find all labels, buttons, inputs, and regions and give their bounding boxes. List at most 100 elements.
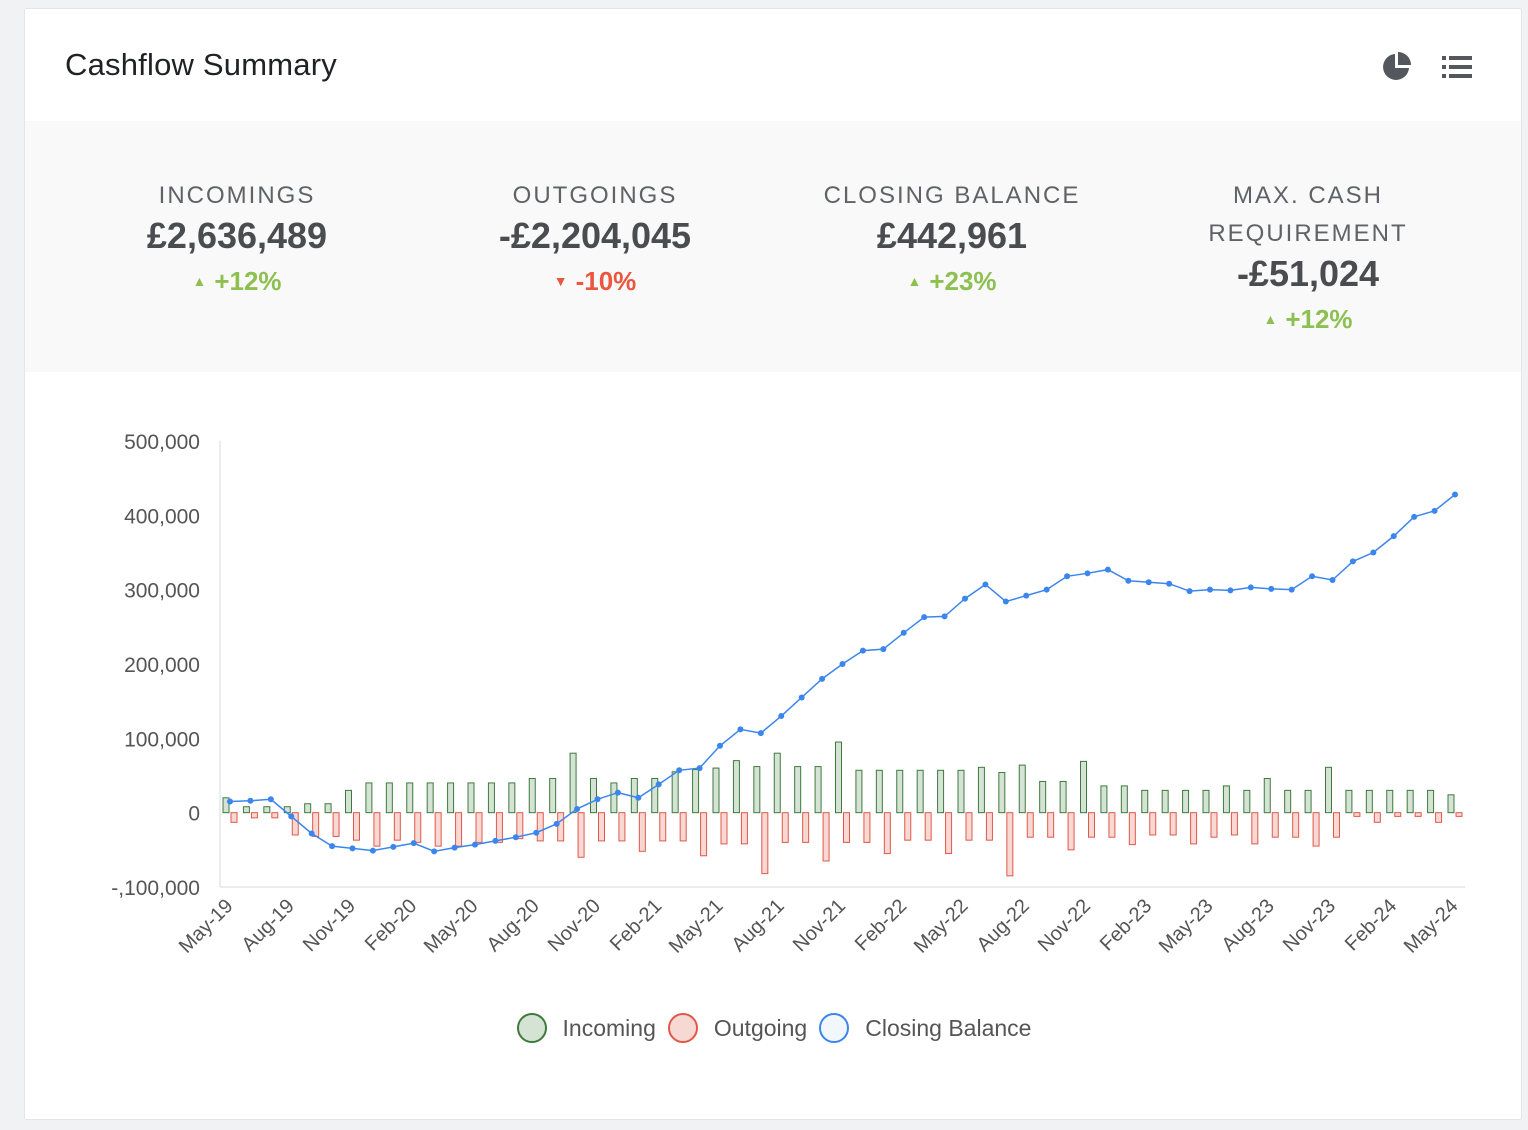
stat-change-value: +23% [929, 266, 997, 296]
incoming-bar [1182, 789, 1190, 814]
outgoing-bar [761, 812, 769, 875]
x-tick-label: May-21 [665, 895, 728, 958]
incoming-bar [916, 769, 924, 814]
incoming-bar [406, 782, 414, 814]
x-tick-label: May-22 [910, 895, 973, 958]
closing-balance-point [574, 805, 581, 812]
outgoing-bar [1353, 812, 1361, 817]
closing-balance-point [1370, 549, 1377, 556]
incoming-bar [998, 772, 1006, 814]
incoming-bar [365, 782, 373, 814]
legend-label: Closing Balance [865, 1014, 1032, 1041]
legend-item-incoming[interactable]: Incoming [516, 1013, 656, 1043]
closing-balance-point [921, 614, 928, 621]
closing-balance-point [1166, 580, 1173, 587]
legend-item-outgoing[interactable]: Outgoing [667, 1013, 807, 1043]
x-tick-label: May-23 [1155, 895, 1218, 958]
x-tick-label: Aug-20 [483, 895, 544, 956]
closing-balance-point [288, 813, 295, 820]
stat-value: -£2,204,045 [498, 215, 692, 256]
outgoing-bar [781, 812, 789, 843]
outgoing-bar [904, 812, 912, 841]
stat-label: CLOSING BALANCE [823, 182, 1081, 209]
legend-item-closing-balance[interactable]: Closing Balance [819, 1013, 1031, 1043]
stat-change-value: +12% [1285, 304, 1353, 334]
outgoing-bar [230, 812, 238, 823]
incoming-bar [569, 752, 577, 814]
closing-balance-point [1309, 573, 1316, 580]
outgoing-bar [1108, 812, 1116, 838]
closing-balance-point [1452, 491, 1458, 498]
x-tick-label: Feb-23 [1096, 895, 1156, 955]
outgoing-bar [598, 812, 605, 842]
outgoing-bar [557, 812, 565, 842]
outgoing-bar [414, 812, 422, 843]
triangle-up-icon: ▲ [192, 273, 207, 289]
outgoing-bar [373, 812, 381, 847]
incoming-bar [1120, 785, 1128, 814]
closing-balance-point [1247, 584, 1254, 591]
triangle-up-icon: ▲ [907, 273, 922, 289]
closing-balance-point [778, 713, 785, 720]
card-header: Cashflow Summary [25, 9, 1521, 121]
incoming-bar [957, 769, 965, 814]
closing-balance-point [533, 829, 540, 836]
closing-balance-point [329, 843, 336, 850]
outgoing-bar [1128, 812, 1136, 846]
stat-label: MAX. CASH REQUIREMENT [1208, 182, 1408, 247]
x-tick-label: Aug-23 [1218, 895, 1279, 956]
incoming-bar [671, 771, 679, 814]
closing-balance-point [798, 694, 805, 701]
stat-closing-balance: CLOSING BALANCE £442,961 ▲ +23% [772, 121, 1132, 295]
outgoing-bar [1333, 812, 1340, 838]
outgoing-bar [924, 812, 932, 841]
incoming-bar [1202, 789, 1210, 814]
stat-change: ▲ +12% [1128, 305, 1488, 333]
closing-balance-point [1104, 566, 1111, 573]
legend-swatch-outgoing [667, 1013, 698, 1043]
incoming-bar [324, 803, 332, 814]
outgoing-bar [945, 812, 953, 855]
incoming-bar [1345, 789, 1353, 814]
closing-balance-point [1064, 573, 1071, 580]
pie-chart-icon[interactable] [1379, 49, 1415, 85]
chart-area: 500,000 400,000 300,000 200,000 100,000 0 -,10… [25, 372, 1521, 1119]
closing-balance-point [982, 581, 989, 588]
incoming-bar [508, 782, 516, 814]
triangle-up-icon: ▲ [1263, 311, 1278, 327]
cashflow-chart: 500,000 400,000 300,000 200,000 100,000 0 -,10… [111, 431, 1465, 958]
outgoing-bar [1455, 812, 1463, 817]
triangle-down-icon: ▼ [553, 273, 568, 289]
closing-balance-point [349, 845, 356, 852]
list-icon[interactable] [1439, 49, 1475, 85]
x-tick-label: Aug-22 [973, 895, 1034, 956]
outgoing-bar [250, 812, 258, 819]
closing-balance-point [1431, 507, 1438, 514]
stat-change: ▼ -10% [415, 267, 775, 295]
closing-balance-point [369, 847, 376, 854]
outgoing-bar [1026, 812, 1034, 838]
outgoing-bar [455, 812, 463, 847]
outgoing-bar [1271, 812, 1279, 838]
stat-change: ▲ +23% [772, 267, 1132, 295]
outgoing-bar [393, 812, 401, 841]
x-tick-label: Nov-23 [1279, 895, 1340, 956]
closing-balance-point [410, 840, 417, 847]
incoming-bar [855, 769, 863, 814]
outgoing-bar [985, 812, 993, 841]
closing-balance-point [1207, 586, 1213, 593]
closing-balance-point [1390, 533, 1397, 540]
incoming-bar [1447, 794, 1455, 814]
outgoing-bar [1210, 812, 1218, 838]
outgoing-bar [679, 812, 687, 842]
incoming-bar [1406, 789, 1414, 814]
outgoing-bar [1006, 812, 1014, 877]
closing-balance-point [819, 675, 826, 682]
closing-balance-point [492, 837, 499, 844]
incoming-bar [1059, 780, 1067, 814]
incoming-bar [467, 782, 475, 814]
incoming-bar [1243, 789, 1251, 814]
closing-balance-point [247, 797, 254, 804]
incoming-bar [1080, 760, 1087, 814]
outgoing-bar [802, 812, 810, 843]
